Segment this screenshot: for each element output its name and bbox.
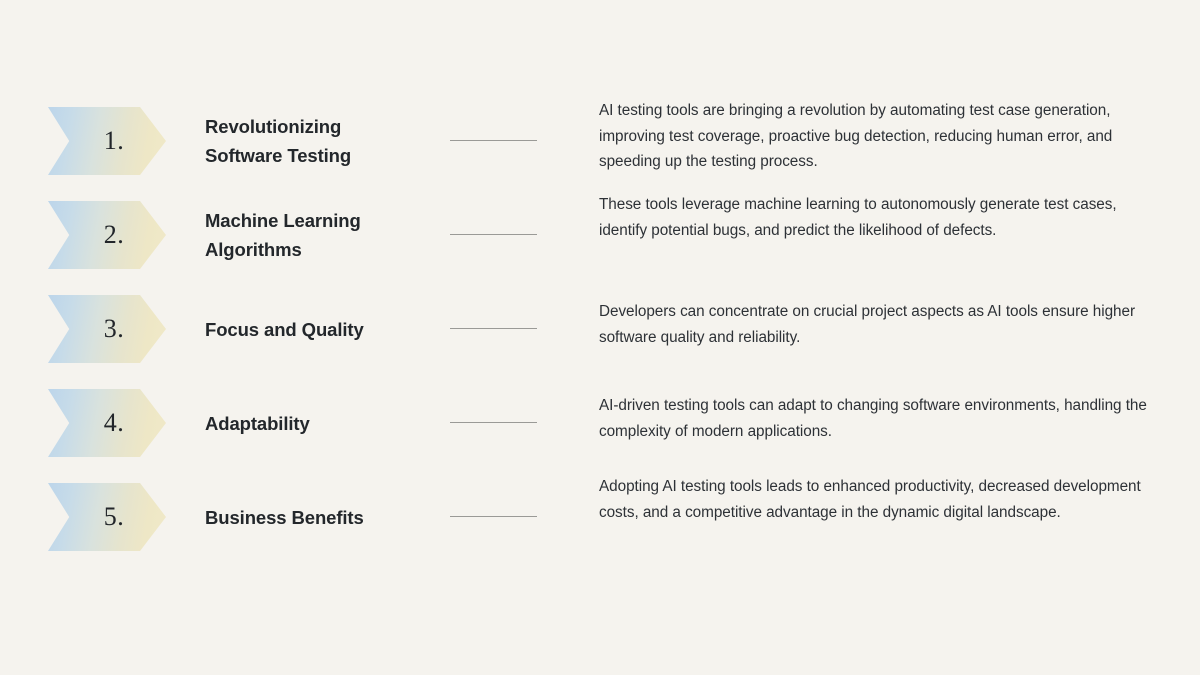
slide-canvas: 1. Revolutionizing Software Testing AI t…: [0, 0, 1200, 675]
item-number: 5.: [103, 502, 125, 531]
chevron-badge-2: 2.: [48, 201, 166, 269]
item-title-line1: Business Benefits: [205, 506, 364, 528]
list-item: 5. Business Benefits Adopting AI testing…: [0, 478, 1200, 577]
item-number: 1.: [103, 126, 125, 155]
item-description: Adopting AI testing tools leads to enhan…: [599, 478, 1141, 521]
item-description: These tools leverage machine learning to…: [599, 196, 1117, 239]
chevron-badge-5: 5.: [48, 483, 166, 551]
connector-line: [450, 516, 537, 517]
item-description: AI testing tools are bringing a revoluti…: [599, 102, 1113, 170]
item-title-line2: Algorithms: [205, 239, 302, 260]
item-description: Developers can concentrate on crucial pr…: [599, 303, 1135, 346]
numbered-list: 1. Revolutionizing Software Testing AI t…: [0, 102, 1200, 577]
item-title: Business Benefits: [205, 483, 440, 551]
connector-line: [450, 140, 537, 141]
item-number: 3.: [103, 314, 125, 343]
item-title: Focus and Quality: [205, 295, 440, 363]
chevron-badge-3: 3.: [48, 295, 166, 363]
item-title-line1: Focus and Quality: [205, 318, 364, 340]
item-title: Machine Learning Algorithms: [205, 201, 440, 269]
list-item: 1. Revolutionizing Software Testing AI t…: [0, 102, 1200, 201]
item-description: AI-driven testing tools can adapt to cha…: [599, 397, 1147, 440]
item-title-line2: Software Testing: [205, 145, 352, 166]
list-item: 2. Machine Learning Algorithms These too…: [0, 196, 1200, 295]
item-number: 2.: [103, 220, 125, 249]
chevron-badge-1: 1.: [48, 107, 166, 175]
item-title-line1: Revolutionizing: [205, 116, 342, 137]
item-title-line1: Machine Learning: [205, 210, 361, 231]
item-title-line1: Adaptability: [205, 412, 310, 434]
item-title: Adaptability: [205, 389, 440, 457]
list-item: 4. Adaptability AI-driven testing tools …: [0, 389, 1200, 483]
connector-line: [450, 422, 537, 423]
connector-line: [450, 234, 537, 235]
connector-line: [450, 328, 537, 329]
list-item: 3. Focus and Quality Developers can conc…: [0, 295, 1200, 389]
chevron-badge-4: 4.: [48, 389, 166, 457]
item-number: 4.: [103, 408, 125, 437]
item-title: Revolutionizing Software Testing: [205, 107, 440, 175]
